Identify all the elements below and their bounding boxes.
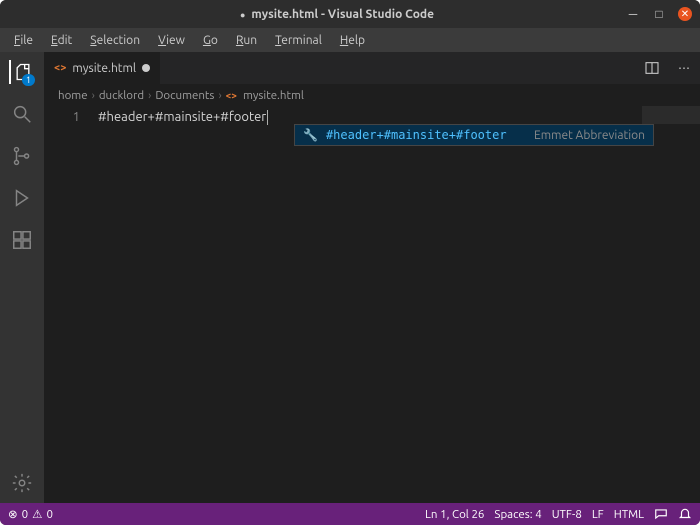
run-debug-icon[interactable] (10, 186, 34, 210)
status-eol[interactable]: LF (592, 508, 604, 521)
crumb-documents[interactable]: Documents (155, 89, 214, 102)
menu-edit[interactable]: Edit (43, 32, 80, 49)
line-gutter: 1 (44, 106, 98, 503)
chevron-right-icon: › (148, 89, 151, 102)
settings-gear-icon[interactable] (10, 471, 34, 495)
activity-bar: 1 (0, 52, 44, 503)
tab-mysite[interactable]: <> mysite.html (44, 52, 161, 84)
suggest-widget[interactable]: 🔧 #header+#mainsite+#footer Emmet Abbrev… (294, 124, 654, 146)
split-editor-icon[interactable] (636, 52, 668, 84)
wrench-icon: 🔧 (303, 128, 318, 142)
status-bar: ⊗0 ⚠0 Ln 1, Col 26 Spaces: 4 UTF-8 LF HT… (0, 503, 700, 525)
text-editor[interactable]: 1 #header+#mainsite+#footer 🔧 #header+#m… (44, 106, 700, 503)
crumb-user[interactable]: ducklord (99, 89, 144, 102)
explorer-icon[interactable]: 1 (9, 60, 33, 84)
suggest-kind: Emmet Abbreviation (534, 129, 645, 142)
source-control-icon[interactable] (10, 144, 34, 168)
tab-label: mysite.html (72, 62, 136, 75)
status-cursor[interactable]: Ln 1, Col 26 (425, 508, 484, 521)
menu-go[interactable]: Go (195, 32, 226, 49)
bell-icon[interactable] (678, 507, 692, 521)
explorer-badge: 1 (22, 74, 35, 86)
chevron-right-icon: › (218, 89, 221, 102)
feedback-icon[interactable] (654, 507, 668, 521)
search-icon[interactable] (10, 102, 34, 126)
minimap[interactable] (642, 106, 700, 124)
tab-bar: <> mysite.html ⋯ (44, 52, 700, 84)
menu-selection[interactable]: Selection (82, 32, 148, 49)
suggest-match: #header+#mainsite+#footer (326, 128, 507, 142)
menu-view[interactable]: View (150, 32, 193, 49)
error-icon: ⊗ (8, 507, 18, 521)
crumb-home[interactable]: home (58, 89, 88, 102)
status-indent[interactable]: Spaces: 4 (494, 508, 541, 521)
window-title: mysite.html - Visual Studio Code (48, 8, 626, 21)
menubar: File Edit Selection View Go Run Terminal… (0, 28, 700, 52)
extensions-icon[interactable] (10, 228, 34, 252)
html-file-icon: <> (226, 90, 237, 101)
html-file-icon: <> (54, 62, 66, 74)
breadcrumbs[interactable]: home › ducklord › Documents › <> mysite.… (44, 84, 700, 106)
close-button[interactable]: ✕ (678, 7, 692, 21)
editor-group: <> mysite.html ⋯ home › ducklord › Docum… (44, 52, 700, 503)
menu-terminal[interactable]: Terminal (267, 32, 330, 49)
vscode-window: mysite.html - Visual Studio Code ─ □ ✕ F… (0, 0, 700, 525)
menu-run[interactable]: Run (228, 32, 265, 49)
crumb-file[interactable]: mysite.html (243, 89, 304, 102)
line-number: 1 (44, 110, 80, 124)
status-language[interactable]: HTML (614, 508, 644, 521)
titlebar: mysite.html - Visual Studio Code ─ □ ✕ (0, 0, 700, 28)
code-area[interactable]: #header+#mainsite+#footer 🔧 #header+#mai… (98, 106, 700, 503)
chevron-right-icon: › (92, 89, 95, 102)
more-actions-icon[interactable]: ⋯ (668, 52, 700, 84)
caret-icon (267, 110, 268, 125)
minimize-button[interactable]: ─ (626, 7, 640, 21)
menu-file[interactable]: File (6, 32, 41, 49)
menu-help[interactable]: Help (332, 32, 373, 49)
status-encoding[interactable]: UTF-8 (552, 508, 582, 521)
status-problems[interactable]: ⊗0 ⚠0 (8, 507, 53, 521)
code-text: #header+#mainsite+#footer (98, 110, 266, 124)
maximize-button[interactable]: □ (652, 7, 666, 21)
tab-modified-dot-icon (142, 64, 150, 72)
warning-icon: ⚠ (32, 507, 42, 521)
suggest-item[interactable]: 🔧 #header+#mainsite+#footer Emmet Abbrev… (295, 125, 653, 145)
